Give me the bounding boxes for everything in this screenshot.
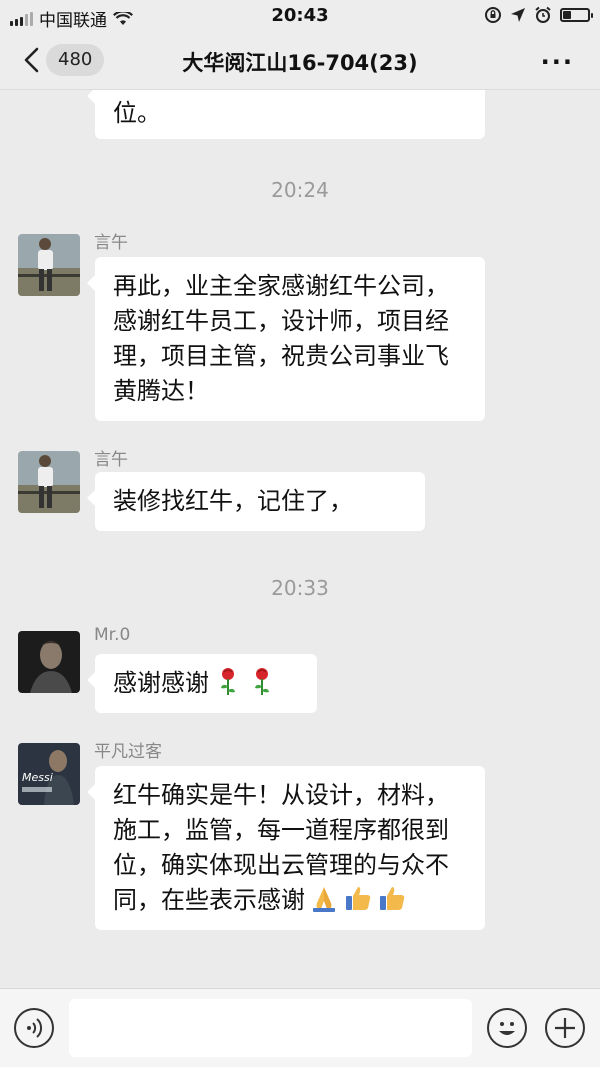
message-bubble[interactable]: 红牛确实是牛！从设计，材料，施工，监管，每一道程序都很到位，确实体现出云管理的与… [87,766,485,930]
avatar[interactable] [18,234,80,296]
message-list[interactable]: 位。 20:24 言午 再此，业主全家感谢红牛公司，感谢红牛员工，设计师，项目经… [0,90,600,988]
battery-icon [560,8,593,22]
message-text: 再此，业主全家感谢红牛公司，感谢红牛员工，设计师，项目经理，项目主管，祝贵公司事… [113,272,449,405]
avatar[interactable]: Messi [18,743,80,805]
sender-name: 言午 [94,450,128,470]
message-text: 位。 [113,99,161,127]
avatar-caption: Messi [22,771,53,784]
thumbs-up-emoji-icon [380,887,405,910]
rose-emoji-icon [255,668,269,695]
sender-name: 平凡过客 [94,742,162,762]
sender-name: Mr.0 [94,625,131,645]
smiley-icon [499,1022,515,1035]
avatar[interactable] [18,631,80,693]
message-text: 感谢感谢 [113,669,209,697]
message-bubble[interactable]: 装修找红牛，记住了， [87,472,425,531]
timestamp-divider: 20:33 [271,576,329,600]
message-input[interactable] [69,999,472,1057]
thumbs-up-emoji-icon [346,887,371,910]
voice-input-button[interactable] [14,1008,54,1048]
emoji-button[interactable] [487,1008,527,1048]
location-icon [511,8,525,22]
message-text: 装修找红牛，记住了， [113,487,353,515]
status-bar: 中国联通 20:43 [0,0,600,32]
status-right [484,6,593,24]
plus-icon [555,1018,575,1038]
chat-title: 大华阅江山16-704(23) [182,51,418,75]
more-actions-button[interactable] [545,1008,585,1048]
message-bubble[interactable]: 位。 [87,90,485,139]
message-bubble[interactable]: 感谢感谢 [87,654,317,713]
rotation-lock-icon [485,7,501,23]
voice-icon [27,1018,43,1038]
sender-name: 言午 [94,233,128,253]
avatar[interactable] [18,451,80,513]
folded-hands-emoji-icon [313,887,335,912]
chat-header: 480 大华阅江山16-704(23) ··· [0,32,600,90]
rose-emoji-icon [221,668,235,695]
alarm-icon [535,6,551,23]
more-options-button[interactable]: ··· [541,48,574,76]
input-bar [0,988,600,1067]
message-bubble[interactable]: 再此，业主全家感谢红牛公司，感谢红牛员工，设计师，项目经理，项目主管，祝贵公司事… [87,257,485,421]
timestamp-divider: 20:24 [271,178,329,202]
